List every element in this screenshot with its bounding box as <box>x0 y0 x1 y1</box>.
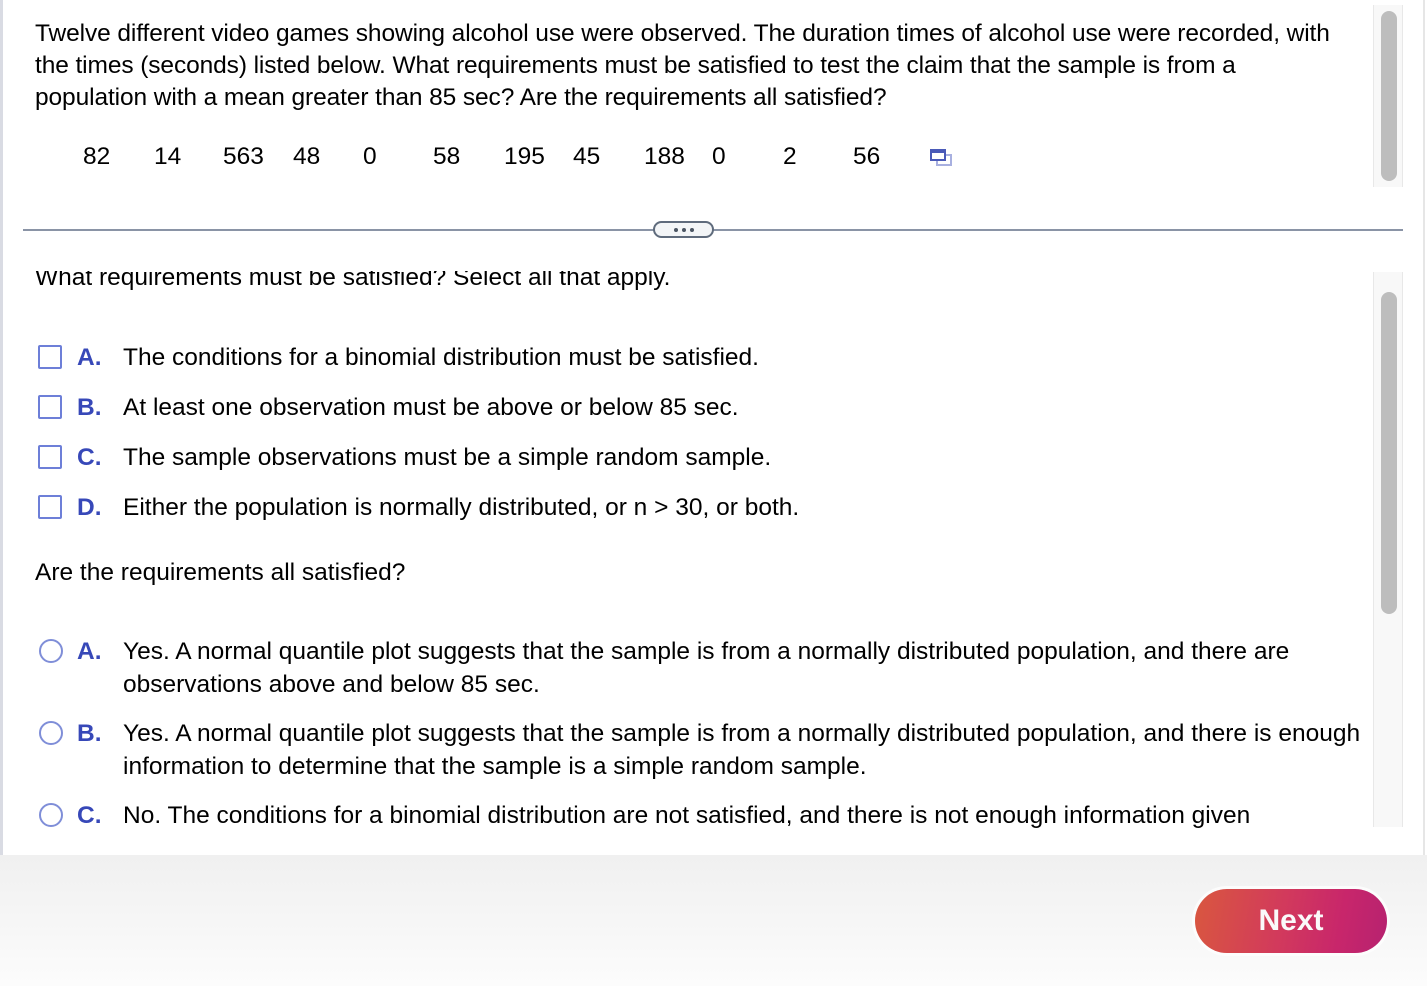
right-border <box>1423 0 1425 855</box>
part2-prompt: Are the requirements all satisfied? <box>35 559 406 586</box>
radio-button[interactable] <box>39 803 63 827</box>
data-value: 56 <box>853 143 881 170</box>
next-button[interactable]: Next <box>1195 889 1387 953</box>
option-text: No. The conditions for a binomial distri… <box>123 802 1251 828</box>
data-value: 48 <box>293 143 321 170</box>
data-value: 195 <box>504 143 545 170</box>
more-horizontal-icon-dot <box>681 227 686 232</box>
option-text: Either the population is normally distri… <box>123 494 800 521</box>
popout-window-icon[interactable] <box>929 148 953 168</box>
data-value: 45 <box>573 143 601 170</box>
question-pane: Twelve different video games showing alc… <box>3 0 1373 200</box>
checkbox[interactable] <box>38 445 62 469</box>
option-text: At least one observation must be above o… <box>123 394 739 421</box>
part1-prompt: What requirements must be satisfied? Sel… <box>35 264 671 291</box>
page: Twelve different video games showing alc… <box>0 0 1427 986</box>
divider-resize-handle[interactable] <box>653 221 714 238</box>
checkbox[interactable] <box>38 395 62 419</box>
answer-scrollbar[interactable] <box>1373 272 1403 827</box>
option-text: Yes. A normal quantile plot suggests tha… <box>123 720 1361 780</box>
question-scrollbar[interactable] <box>1373 5 1403 187</box>
footer-bar: Next <box>0 855 1427 986</box>
option-text: Yes. A normal quantile plot suggests tha… <box>123 638 1290 698</box>
radio-button[interactable] <box>39 721 63 745</box>
option-letter: C. <box>77 444 102 471</box>
more-horizontal-icon <box>673 227 678 232</box>
answer-pane: What requirements must be satisfied? Sel… <box>3 238 1373 828</box>
data-value: 2 <box>783 143 797 170</box>
option-letter: D. <box>77 494 102 521</box>
answer-scrollbar-thumb[interactable] <box>1381 292 1397 614</box>
radio-button[interactable] <box>39 639 63 663</box>
data-value: 82 <box>83 143 111 170</box>
option-letter: C. <box>77 802 102 828</box>
checkbox[interactable] <box>38 495 62 519</box>
question-text: Twelve different video games showing alc… <box>35 20 1330 111</box>
option-letter: B. <box>77 720 102 747</box>
data-value: 0 <box>712 143 726 170</box>
data-value: 563 <box>223 143 264 170</box>
more-horizontal-icon-dot <box>689 227 694 232</box>
option-letter: B. <box>77 394 102 421</box>
option-text: The conditions for a binomial distributi… <box>123 344 759 371</box>
data-value: 0 <box>363 143 377 170</box>
question-scrollbar-thumb[interactable] <box>1381 11 1397 181</box>
checkbox[interactable] <box>38 345 62 369</box>
data-value: 188 <box>644 143 685 170</box>
option-letter: A. <box>77 638 102 665</box>
data-value: 58 <box>433 143 461 170</box>
option-letter: A. <box>77 344 102 371</box>
option-text: The sample observations must be a simple… <box>123 444 772 471</box>
data-value: 14 <box>154 143 182 170</box>
